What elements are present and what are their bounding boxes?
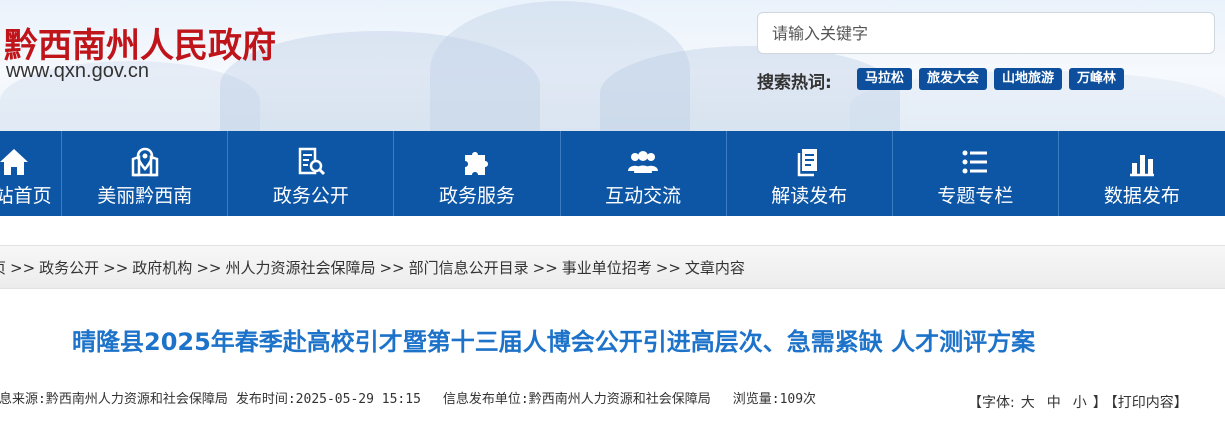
nav-label: 互动交流	[605, 185, 682, 207]
breadcrumb-bar: 首页>>政务公开>>政府机构>>州人力资源社会保障局>>部门信息公开目录>>事业…	[0, 245, 1225, 289]
search-input[interactable]	[758, 13, 1214, 53]
hot-word-tag[interactable]: 万峰林	[1069, 68, 1125, 90]
breadcrumb-item[interactable]: 事业单位招考	[562, 259, 652, 277]
search-box	[757, 12, 1215, 54]
breadcrumb: 首页>>政务公开>>政府机构>>州人力资源社会保障局>>部门信息公开目录>>事业…	[0, 257, 745, 278]
chart-icon	[1125, 147, 1159, 177]
source-value: 黔西南州人力资源和社会保障局	[45, 392, 228, 407]
map-pin-icon	[128, 147, 162, 177]
breadcrumb-item[interactable]: 政府机构	[132, 259, 192, 277]
breadcrumb-separator: >>	[532, 259, 558, 277]
nav-label: 网站首页	[0, 185, 52, 207]
nav-label: 解读发布	[771, 185, 848, 207]
publisher-value: 黔西南州人力资源和社会保障局	[528, 392, 711, 407]
nav-label: 美丽黔西南	[97, 185, 193, 207]
font-size-close: 】	[1092, 395, 1107, 411]
source-label: 信息来源:	[0, 392, 46, 407]
nav-item-gov-affairs-open[interactable]: 政务公开	[228, 131, 395, 216]
people-icon	[626, 147, 660, 177]
views-label: 浏览量:	[732, 392, 780, 407]
home-icon	[0, 147, 31, 177]
print-button[interactable]: 【打印内容】	[1111, 395, 1188, 411]
site-url: www.qxn.gov.cn	[6, 60, 150, 82]
nav-item-beautiful-qxn[interactable]: 美丽黔西南	[62, 131, 229, 216]
nav-item-data-release[interactable]: 数据发布	[1059, 131, 1225, 216]
hot-words-list: 马拉松 旅发大会 山地旅游 万峰林	[857, 68, 1125, 90]
puzzle-icon	[460, 147, 494, 177]
nav-item-gov-services[interactable]: 政务服务	[394, 131, 561, 216]
nav-label: 专题专栏	[937, 185, 1014, 207]
nav-item-special-topics[interactable]: 专题专栏	[893, 131, 1059, 216]
nav-label: 政务公开	[272, 185, 349, 207]
breadcrumb-item[interactable]: 州人力资源社会保障局	[225, 259, 375, 277]
hot-word-tag[interactable]: 马拉松	[857, 68, 913, 90]
site-header: 黔西南州人民政府 www.qxn.gov.cn 搜索热词: 马拉松 旅发大会 山…	[0, 0, 1225, 131]
article-tools: 【字体: 大中小】【打印内容】	[968, 392, 1188, 412]
nav-item-home[interactable]: 网站首页	[0, 131, 63, 216]
hot-word-tag[interactable]: 山地旅游	[994, 68, 1063, 90]
font-size-large-button[interactable]: 大	[1021, 395, 1035, 411]
breadcrumb-separator: >>	[196, 259, 222, 277]
article-meta: 信息来源:黔西南州人力资源和社会保障局发布时间:2025-05-29 15:15…	[0, 388, 816, 407]
breadcrumb-current: 文章内容	[684, 259, 745, 277]
breadcrumb-item[interactable]: 政务公开	[39, 259, 99, 277]
main-nav: 网站首页 美丽黔西南 政务公开	[0, 131, 1225, 216]
nav-item-interaction[interactable]: 互动交流	[561, 131, 727, 216]
publish-time-label: 发布时间:	[235, 392, 296, 407]
breadcrumb-separator: >>	[655, 259, 681, 277]
nav-label: 数据发布	[1103, 185, 1180, 207]
publish-time-value: 2025-05-29 15:15	[295, 392, 421, 407]
nav-item-interpretation[interactable]: 解读发布	[727, 131, 893, 216]
list-icon	[958, 147, 992, 177]
article-title: 晴隆县2025年春季赴高校引才暨第十三届人博会公开引进高层次、急需紧缺 人才测评…	[72, 328, 1036, 356]
font-size-small-button[interactable]: 小	[1073, 395, 1087, 411]
nav-label: 政务服务	[438, 185, 515, 207]
hot-words-label: 搜索热词:	[757, 73, 832, 93]
hot-word-tag[interactable]: 旅发大会	[919, 68, 988, 90]
publisher-label: 信息发布单位:	[442, 392, 529, 407]
breadcrumb-separator: >>	[379, 259, 405, 277]
breadcrumb-item[interactable]: 部门信息公开目录	[409, 259, 529, 277]
breadcrumb-item[interactable]: 首页	[0, 257, 6, 278]
font-size-label: 【字体:	[968, 395, 1015, 411]
breadcrumb-separator: >>	[103, 259, 129, 277]
breadcrumb-separator: >>	[10, 259, 36, 277]
document-search-icon	[294, 147, 328, 177]
font-size-medium-button[interactable]: 中	[1047, 395, 1061, 411]
views-value: 109次	[779, 392, 817, 407]
file-copy-icon	[792, 147, 826, 177]
